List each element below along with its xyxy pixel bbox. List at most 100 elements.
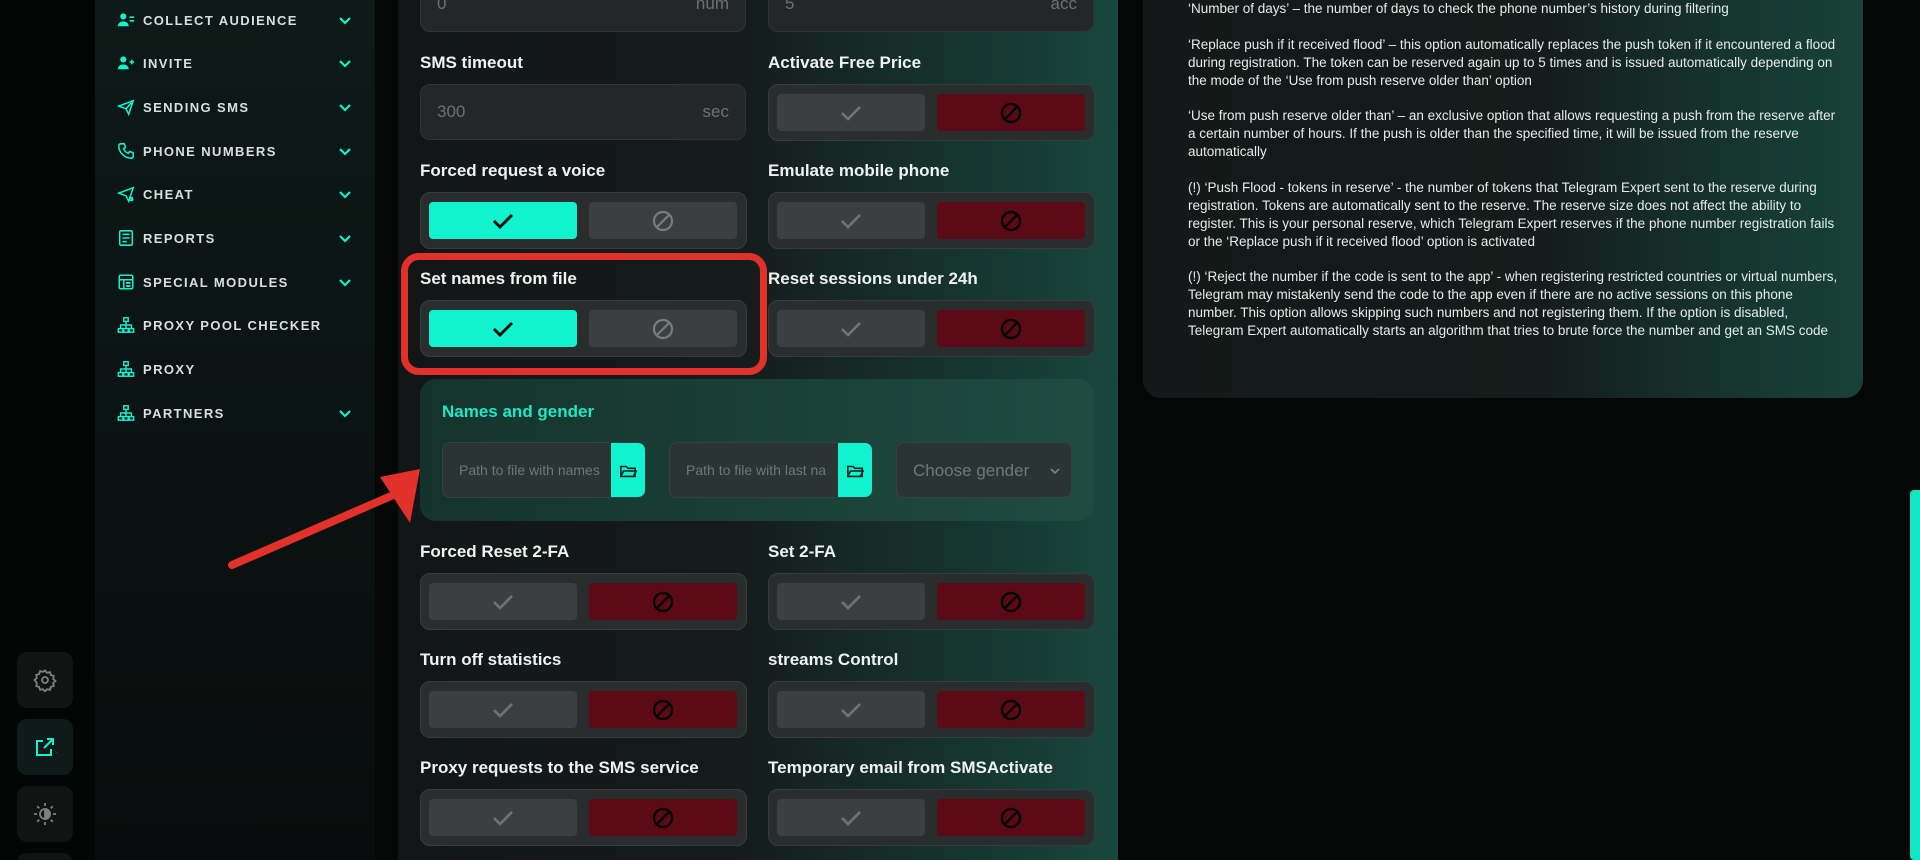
ban-icon [1000,699,1022,720]
help-paragraph: ‘Replace push if it received flood’ – th… [1188,37,1836,88]
toggle-yes-button[interactable] [777,799,925,836]
toggle-yes-button[interactable] [429,691,577,728]
help-paragraph: ‘Number of days’ – the number of days to… [1188,1,1729,16]
toggle-yes-button[interactable] [429,202,577,239]
left-rail [0,0,95,860]
toggle-yes-button[interactable] [777,691,925,728]
toggle-no-button[interactable] [937,310,1085,347]
number-of-days-input[interactable]: 0 num [420,0,746,32]
ban-icon [652,699,674,720]
network-icon [117,316,135,334]
temporary-email-label: Temporary email from SMSActivate [768,758,1053,777]
sidebar-item-sending-sms[interactable]: SENDING SMS [117,92,353,122]
toggle-no-button[interactable] [589,583,737,620]
chevron-down-icon[interactable] [337,405,353,421]
modules-icon [117,273,135,291]
toggle-yes-button[interactable] [429,799,577,836]
sidebar-item-reports[interactable]: REPORTS [117,223,353,253]
theme-toggle-button[interactable] [17,786,73,842]
accounts-input[interactable]: 5 acc [768,0,1094,32]
sidebar-item-label: CHEAT [143,186,194,202]
check-icon [841,105,861,121]
toggle-no-button[interactable] [937,799,1085,836]
input-placeholder: Path to file with last na [686,462,827,478]
ban-icon [1000,807,1022,828]
rail-button-partial[interactable] [17,853,73,860]
check-icon [841,810,861,826]
gear-icon [33,669,57,692]
toggle-no-button[interactable] [937,94,1085,131]
input-value: 5 [785,0,795,13]
check-icon [841,702,861,718]
activate-free-price-label: Activate Free Price [768,53,922,72]
settings-button[interactable] [17,652,73,708]
proxy-requests-sms-label: Proxy requests to the SMS service [420,758,699,777]
forced-request-voice-label: Forced request a voice [420,161,606,180]
users-icon [117,11,135,29]
sidebar-item-collect-audience[interactable]: COLLECT AUDIENCE [117,5,353,35]
annotation-arrow [228,469,420,569]
folder-open-icon[interactable] [611,443,645,497]
sidebar-item-phone-numbers[interactable]: PHONE NUMBERS [117,136,353,166]
reset-sessions-label: Reset sessions under 24h [768,269,978,288]
gender-select[interactable]: Choose gender [896,442,1072,498]
toggle-no-button[interactable] [589,691,737,728]
sidebar-item-label: PHONE NUMBERS [143,143,277,159]
toggle-no-button[interactable] [937,202,1085,239]
help-panel: ‘Number of days’ – the number of days to… [1143,0,1863,398]
open-external-button[interactable] [17,719,73,775]
sidebar-item-label: SPECIAL MODULES [143,274,289,290]
toggle-no-button[interactable] [589,799,737,836]
chevron-down-icon[interactable] [337,55,353,71]
toggle-no-button[interactable] [937,691,1085,728]
toggle-yes-button[interactable] [777,310,925,347]
toggle-yes-button[interactable] [777,202,925,239]
chevron-down-icon[interactable] [337,186,353,202]
sidebar-item-label: PARTNERS [143,405,225,421]
names-and-gender-panel: Names and gender Path to file with names… [420,379,1094,521]
input-placeholder: 300 [437,102,466,121]
sidebar-item-proxy[interactable]: PROXY [117,354,353,384]
last-names-file-input[interactable]: Path to file with last na [669,442,873,498]
sms-timeout-label: SMS timeout [420,53,523,72]
toggle-yes-button[interactable] [429,583,577,620]
input-value: 0 [437,0,447,13]
toggle-no-button[interactable] [937,583,1085,620]
names-and-gender-title: Names and gender [442,402,595,421]
check-icon [493,594,513,610]
input-unit: num [695,0,729,13]
sidebar-item-special-modules[interactable]: SPECIAL MODULES [117,267,353,297]
ban-icon [1000,318,1022,339]
folder-open-icon[interactable] [838,443,872,497]
sidebar-item-proxy-pool-checker[interactable]: PROXY POOL CHECKER [117,310,353,340]
toggle-no-button[interactable] [589,202,737,239]
external-link-icon [36,738,54,756]
user-plus-icon [117,54,135,72]
chevron-down-icon[interactable] [337,274,353,290]
scrollbar[interactable] [1910,490,1920,860]
sidebar-item-partners[interactable]: PARTNERS [117,398,353,428]
highlight-frame [401,253,767,375]
sidebar-item-invite[interactable]: INVITE [117,48,353,78]
sidebar-item-label: INVITE [143,55,194,71]
check-icon [493,810,513,826]
check-icon [841,321,861,337]
emulate-mobile-phone-label: Emulate mobile phone [768,161,950,180]
sms-timeout-input[interactable]: 300 sec [420,84,746,140]
report-icon [117,229,135,247]
help-paragraph: (!) ‘Reject the number if the code is se… [1188,269,1838,338]
theme-icon [34,803,56,825]
toggle-yes-button[interactable] [777,583,925,620]
chevron-down-icon[interactable] [337,12,353,28]
chevron-down-icon[interactable] [337,99,353,115]
sidebar-item-label: SENDING SMS [143,99,250,115]
chevron-down-icon[interactable] [337,143,353,159]
input-unit: sec [702,102,729,121]
ban-icon [1000,591,1022,612]
send-boost-icon [117,185,135,203]
chevron-down-icon[interactable] [337,230,353,246]
sidebar-item-cheat[interactable]: CHEAT [117,179,353,209]
paper-plane-icon [117,98,135,116]
toggle-yes-button[interactable] [777,94,925,131]
names-file-input[interactable]: Path to file with names [442,442,646,498]
